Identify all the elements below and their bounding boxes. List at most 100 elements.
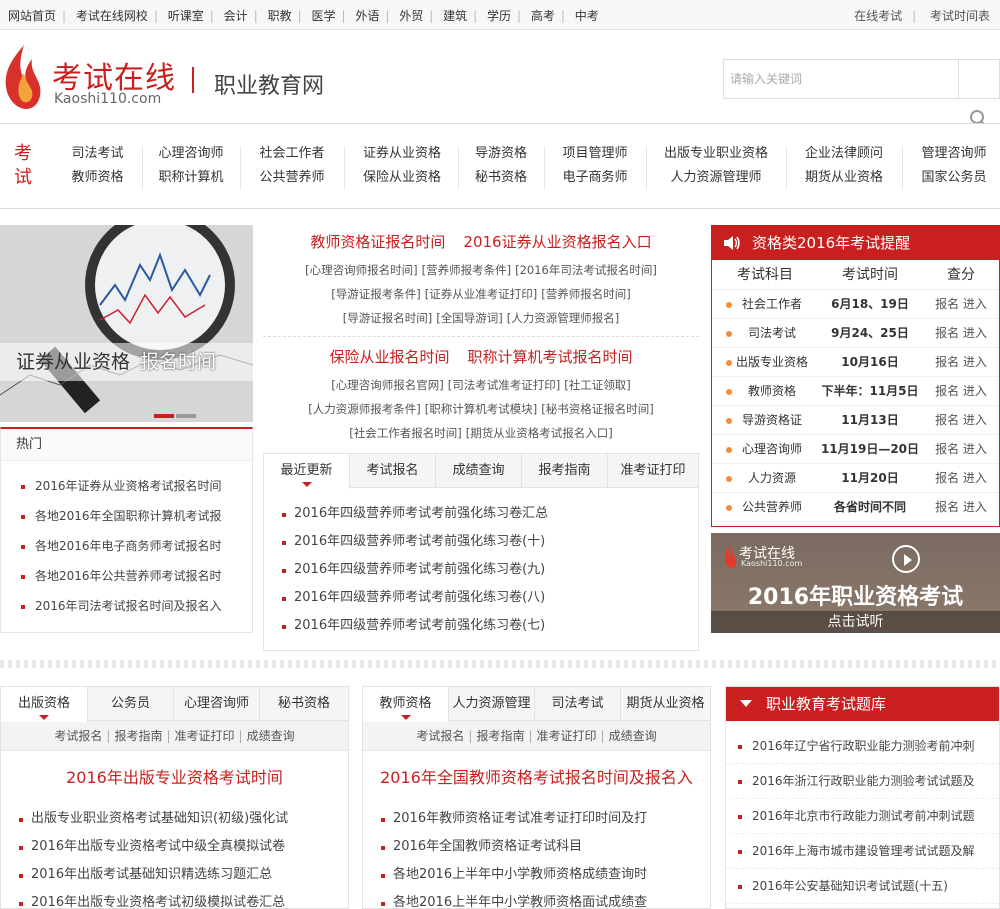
box-headline[interactable]: 2016年全国教师资格考试报名时间及报名入 — [363, 767, 710, 789]
topnav-link-gaokao[interactable]: 高考 — [531, 9, 555, 23]
list-item[interactable]: 2016年浙江行政职业能力测验考试试题及 — [726, 764, 999, 799]
sub-link[interactable]: [人力资源管理师报名] — [507, 311, 619, 325]
headline-link[interactable]: 教师资格证报名时间 — [310, 233, 445, 251]
exam-subject[interactable]: 公共营养师 — [730, 493, 814, 522]
exam-action[interactable]: 报名 进入 — [922, 377, 999, 406]
topnav-link-classroom[interactable]: 听课室 — [168, 9, 204, 23]
sub-link[interactable]: 准考证打印 — [537, 729, 597, 743]
sub-link[interactable]: 报考指南 — [114, 729, 162, 743]
topnav-link-exam-schedule[interactable]: 考试时间表 — [930, 9, 990, 23]
sub-link[interactable]: [司法考试准考证打印] — [448, 378, 560, 392]
list-item[interactable]: 2016年司法考试报名时间及报名入 — [1, 591, 252, 621]
topnav-link-degree[interactable]: 学历 — [487, 9, 511, 23]
list-item[interactable]: 各地2016年公共营养师考试报名时 — [1, 561, 252, 591]
video-promo[interactable]: 考试在线 Kaoshi110.com 2016年职业资格考试 点击试听 — [711, 533, 1000, 633]
sub-link[interactable]: 报考指南 — [476, 729, 524, 743]
sub-link[interactable]: 准考证打印 — [175, 729, 235, 743]
list-item[interactable]: 2016年出版专业资格考试初级模拟试卷汇总 — [1, 889, 348, 908]
category-link[interactable]: 国家公务员 — [912, 166, 996, 190]
category-link[interactable]: 企业法律顾问 — [794, 142, 894, 166]
category-link[interactable]: 公共营养师 — [248, 166, 336, 190]
category-link[interactable]: 心理咨询师 — [150, 142, 232, 166]
list-item[interactable]: 2016年四级营养师考试考前强化练习卷(八) — [264, 584, 698, 612]
list-item[interactable]: 2016年证券从业资格考试报名时间 — [1, 471, 252, 501]
topnav-link-home[interactable]: 网站首页 — [8, 9, 56, 23]
sub-link[interactable]: [心理咨询师报名时间] — [305, 263, 417, 277]
sub-link[interactable]: [全国导游词] — [436, 311, 502, 325]
search-input[interactable]: 请输入关键词 — [723, 59, 958, 99]
tab-psychology[interactable]: 心理咨询师 — [174, 687, 260, 721]
list-item[interactable]: 2016年全国教师资格证考试科目 — [363, 833, 710, 861]
list-item[interactable]: 2016年北京市行政能力测试考前冲刺试题 — [726, 799, 999, 834]
topnav-link-vocational[interactable]: 职教 — [268, 9, 292, 23]
list-item[interactable]: 2016年四级营养师考试考前强化练习卷(九) — [264, 556, 698, 584]
exam-action[interactable]: 报名 进入 — [922, 435, 999, 464]
exam-subject[interactable]: 人力资源 — [730, 464, 814, 493]
tab-civil-servant[interactable]: 公务员 — [88, 687, 174, 721]
sub-link[interactable]: [人力资源师报考条件] — [308, 402, 420, 416]
exam-subject[interactable]: 心理咨询师 — [730, 435, 814, 464]
tab-guide[interactable]: 报考指南 — [522, 454, 608, 488]
play-icon[interactable] — [892, 545, 920, 573]
list-item[interactable]: 各地2016上半年中小学教师资格面试成绩查 — [363, 889, 710, 908]
sub-link[interactable]: [心理咨询师报名官网] — [331, 378, 443, 392]
tab-hr-management[interactable]: 人力资源管理 — [449, 687, 535, 721]
category-link[interactable]: 人力资源管理师 — [654, 166, 778, 190]
headline-link[interactable]: 2016证券从业资格报名入口 — [463, 233, 651, 251]
sub-link[interactable]: 成绩查询 — [247, 729, 295, 743]
box-headline[interactable]: 2016年出版专业资格考试时间 — [1, 767, 348, 789]
topnav-link-trade[interactable]: 外贸 — [399, 9, 423, 23]
exam-action[interactable]: 报名 进入 — [922, 493, 999, 522]
sub-link[interactable]: [2016年司法考试报名时间] — [515, 263, 657, 277]
list-item[interactable]: 2016年教师资格证考试准考证打印时间及打 — [363, 805, 710, 833]
sub-link[interactable]: [期货从业资格考试报名入口] — [466, 426, 613, 440]
sub-link[interactable]: [营养师报考条件] — [422, 263, 511, 277]
list-item[interactable]: 2016年出版考试基础知识精选练习题汇总 — [1, 861, 348, 889]
list-item[interactable]: 出版专业职业资格考试基础知识(初级)强化试 — [1, 805, 348, 833]
sub-link[interactable]: [社工证领取] — [564, 378, 630, 392]
carousel-dot[interactable] — [176, 414, 196, 418]
category-link[interactable]: 电子商务师 — [552, 166, 638, 190]
tab-publishing[interactable]: 出版资格 — [1, 687, 88, 722]
tab-teacher[interactable]: 教师资格 — [363, 687, 449, 722]
exam-subject[interactable]: 社会工作者 — [730, 290, 814, 319]
list-item[interactable]: 各地2016上半年中小学教师资格成绩查询时 — [363, 861, 710, 889]
carousel-dot[interactable] — [154, 414, 174, 418]
category-link[interactable]: 秘书资格 — [466, 166, 536, 190]
topnav-link-construction[interactable]: 建筑 — [443, 9, 467, 23]
category-link[interactable]: 项目管理师 — [552, 142, 638, 166]
exam-subject[interactable]: 出版专业资格 — [730, 348, 814, 377]
exam-subject[interactable]: 司法考试 — [730, 319, 814, 348]
topnav-link-online-exam[interactable]: 在线考试 — [854, 9, 902, 23]
sub-link[interactable]: [营养师报名时间] — [541, 287, 630, 301]
category-link[interactable]: 教师资格 — [60, 166, 135, 190]
category-link[interactable]: 期货从业资格 — [794, 166, 894, 190]
topnav-link-medical[interactable]: 医学 — [311, 9, 335, 23]
category-link[interactable]: 证券从业资格 — [352, 142, 452, 166]
list-item[interactable]: 2016年公安基础知识考试试题(十五) — [726, 869, 999, 904]
sub-link[interactable]: [秘书资格证报名时间] — [541, 402, 653, 416]
tab-score-query[interactable]: 成绩查询 — [436, 454, 522, 488]
exam-action[interactable]: 报名 进入 — [922, 290, 999, 319]
category-link[interactable]: 管理咨询师 — [912, 142, 996, 166]
tab-latest[interactable]: 最近更新 — [264, 454, 350, 489]
sub-link[interactable]: 成绩查询 — [609, 729, 657, 743]
list-item[interactable]: 各地2016年全国职称计算机考试报 — [1, 501, 252, 531]
category-link[interactable]: 职称计算机 — [150, 166, 232, 190]
sub-link[interactable]: [社会工作者报名时间] — [349, 426, 461, 440]
list-item[interactable]: 2016年辽宁省行政职业能力测验考前冲刺 — [726, 729, 999, 764]
sub-link[interactable]: 考试报名 — [416, 729, 464, 743]
topnav-link-accounting[interactable]: 会计 — [224, 9, 248, 23]
category-link[interactable]: 导游资格 — [466, 142, 536, 166]
sub-link[interactable]: [导游证报考条件] — [331, 287, 420, 301]
exam-subject[interactable]: 教师资格 — [730, 377, 814, 406]
headline-link[interactable]: 保险从业报名时间 — [329, 348, 449, 366]
tab-admission-ticket[interactable]: 准考证打印 — [608, 454, 698, 488]
list-item[interactable]: 2016年四级营养师考试考前强化练习卷(十) — [264, 528, 698, 556]
tab-futures[interactable]: 期货从业资格 — [621, 687, 710, 721]
banner-carousel[interactable]: 证券从业资格 报名时间 — [0, 225, 253, 422]
sub-link[interactable]: [导游证报名时间] — [343, 311, 432, 325]
flame-logo-icon[interactable] — [2, 43, 42, 113]
topnav-link-language[interactable]: 外语 — [355, 9, 379, 23]
sub-link[interactable]: 考试报名 — [54, 729, 102, 743]
